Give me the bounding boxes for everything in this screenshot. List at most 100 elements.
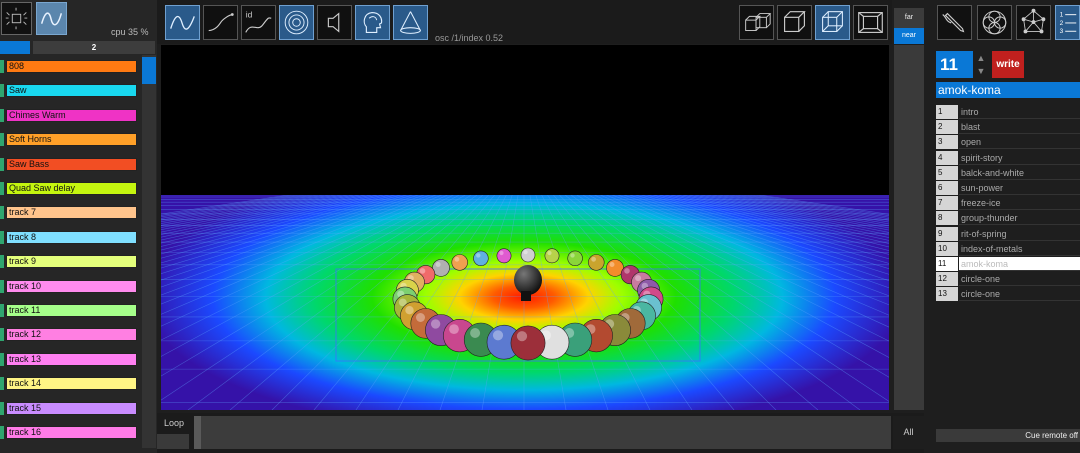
track-label[interactable]: track 11 xyxy=(6,304,137,317)
track-row[interactable]: Saw xyxy=(0,84,137,98)
track-row[interactable]: track 13 xyxy=(0,352,137,366)
track-row[interactable]: track 10 xyxy=(0,279,137,293)
track-mute-indicator[interactable] xyxy=(0,426,4,439)
track-label[interactable]: Soft Horns xyxy=(6,133,137,147)
preset-row[interactable]: 10 index-of-metals xyxy=(936,241,1080,256)
pen-icon[interactable] xyxy=(937,5,972,40)
head-icon[interactable] xyxy=(355,5,390,40)
preset-row[interactable]: 8 group-thunder xyxy=(936,211,1080,226)
3d-viewport[interactable] xyxy=(161,45,889,410)
preset-up-arrow-icon[interactable]: ▲ xyxy=(975,52,987,64)
track-mute-indicator[interactable] xyxy=(0,352,4,366)
track-label[interactable]: track 9 xyxy=(6,255,137,269)
loop-toggle[interactable] xyxy=(157,434,189,449)
trajectory-icon[interactable] xyxy=(203,5,238,40)
track-label[interactable]: 808 xyxy=(6,60,137,73)
track-label[interactable]: track 7 xyxy=(6,206,137,220)
id-trajectory-icon[interactable]: id xyxy=(241,5,276,40)
preset-row[interactable]: 11 amok-koma xyxy=(936,257,1080,271)
track-mute-indicator[interactable] xyxy=(0,328,4,342)
track-mute-indicator[interactable] xyxy=(0,108,4,122)
waveform-tool-icon[interactable] xyxy=(165,5,200,40)
timeline[interactable] xyxy=(201,416,891,449)
track-label[interactable]: Quad Saw delay xyxy=(6,182,137,195)
preset-row[interactable]: 1 intro xyxy=(936,105,1080,119)
flower-icon[interactable] xyxy=(977,5,1012,40)
track-label[interactable]: track 8 xyxy=(6,230,137,244)
track-mute-indicator[interactable] xyxy=(0,182,4,195)
preset-row[interactable]: 3 open xyxy=(936,135,1080,150)
speaker-sphere[interactable] xyxy=(567,250,583,267)
track-label[interactable]: track 12 xyxy=(6,328,137,342)
track-list-scroll-thumb[interactable] xyxy=(142,57,156,84)
track-mute-indicator[interactable] xyxy=(0,401,4,415)
track-label[interactable]: track 13 xyxy=(6,352,137,366)
cue-remote-button[interactable]: Cue remote off xyxy=(936,429,1080,442)
track-label[interactable]: track 10 xyxy=(6,279,137,293)
track-row[interactable]: Chimes Warm xyxy=(0,108,137,122)
two-cubes-icon[interactable] xyxy=(739,5,774,40)
timeline-playhead[interactable] xyxy=(194,416,201,449)
track-row[interactable]: track 8 xyxy=(0,230,137,244)
speaker-array-icon[interactable] xyxy=(1,2,32,35)
preset-down-arrow-icon[interactable]: ▼ xyxy=(975,65,987,77)
circles-icon[interactable] xyxy=(279,5,314,40)
wire-cube-icon[interactable] xyxy=(815,5,850,40)
track-row[interactable]: track 12 xyxy=(0,328,137,342)
track-list-scrollbar[interactable] xyxy=(142,55,156,448)
preset-number[interactable]: 11 xyxy=(936,51,973,78)
preset-row[interactable]: 9 rit-of-spring xyxy=(936,226,1080,241)
track-row[interactable]: track 14 xyxy=(0,377,137,391)
speaker-sphere[interactable] xyxy=(473,250,489,267)
network-icon[interactable] xyxy=(1016,5,1051,40)
track-mute-indicator[interactable] xyxy=(0,377,4,391)
write-button[interactable]: write xyxy=(992,51,1024,78)
cube-icon[interactable] xyxy=(777,5,812,40)
track-row[interactable]: track 7 xyxy=(0,206,137,220)
track-row[interactable]: track 16 xyxy=(0,426,137,439)
preset-row[interactable]: 2 blast xyxy=(936,120,1080,135)
speaker-sphere[interactable] xyxy=(544,248,560,264)
track-mute-indicator[interactable] xyxy=(0,60,4,73)
list-icon[interactable]: 123 xyxy=(1055,5,1080,40)
track-row[interactable]: track 9 xyxy=(0,255,137,269)
track-mute-indicator[interactable] xyxy=(0,206,4,220)
track-mute-indicator[interactable] xyxy=(0,304,4,317)
track-mute-indicator[interactable] xyxy=(0,157,4,171)
track-mute-indicator[interactable] xyxy=(0,230,4,244)
track-label[interactable]: track 15 xyxy=(6,401,137,415)
speaker-sphere[interactable] xyxy=(588,254,605,271)
track-row[interactable]: 808 xyxy=(0,60,137,73)
preset-title[interactable]: amok-koma xyxy=(936,82,1080,98)
track-label[interactable]: track 16 xyxy=(6,426,137,439)
track-mute-indicator[interactable] xyxy=(0,255,4,269)
speaker-sphere[interactable] xyxy=(451,254,468,271)
cone-icon[interactable] xyxy=(393,5,428,40)
speaker-sphere[interactable] xyxy=(520,247,536,263)
near-button[interactable]: near xyxy=(894,28,924,44)
speaker-icon[interactable] xyxy=(317,5,352,40)
depth-slider-track[interactable] xyxy=(894,45,924,410)
all-button[interactable]: All xyxy=(893,416,924,449)
tab-2[interactable]: 2 xyxy=(33,41,155,54)
track-mute-indicator[interactable] xyxy=(0,133,4,147)
preset-row[interactable]: 12 circle-one xyxy=(936,272,1080,287)
spatial-scene[interactable] xyxy=(161,45,889,410)
room-view-icon[interactable] xyxy=(853,5,888,40)
preset-row[interactable]: 13 circle-one xyxy=(936,287,1080,302)
track-mute-indicator[interactable] xyxy=(0,84,4,98)
preset-row[interactable]: 6 sun-power xyxy=(936,181,1080,195)
tab-1[interactable] xyxy=(0,41,30,54)
track-label[interactable]: Saw Bass xyxy=(6,157,137,171)
track-label[interactable]: Chimes Warm xyxy=(6,108,137,122)
track-row[interactable]: track 15 xyxy=(0,401,137,415)
preset-row[interactable]: 5 balck-and-white xyxy=(936,165,1080,180)
preset-row[interactable]: 7 freeze-ice xyxy=(936,196,1080,211)
waveform-icon[interactable] xyxy=(36,2,67,35)
track-label[interactable]: Saw xyxy=(6,84,137,98)
far-button[interactable]: far xyxy=(894,8,924,28)
track-label[interactable]: track 14 xyxy=(6,377,137,391)
track-mute-indicator[interactable] xyxy=(0,279,4,293)
track-row[interactable]: Quad Saw delay xyxy=(0,182,137,195)
track-row[interactable]: Saw Bass xyxy=(0,157,137,171)
